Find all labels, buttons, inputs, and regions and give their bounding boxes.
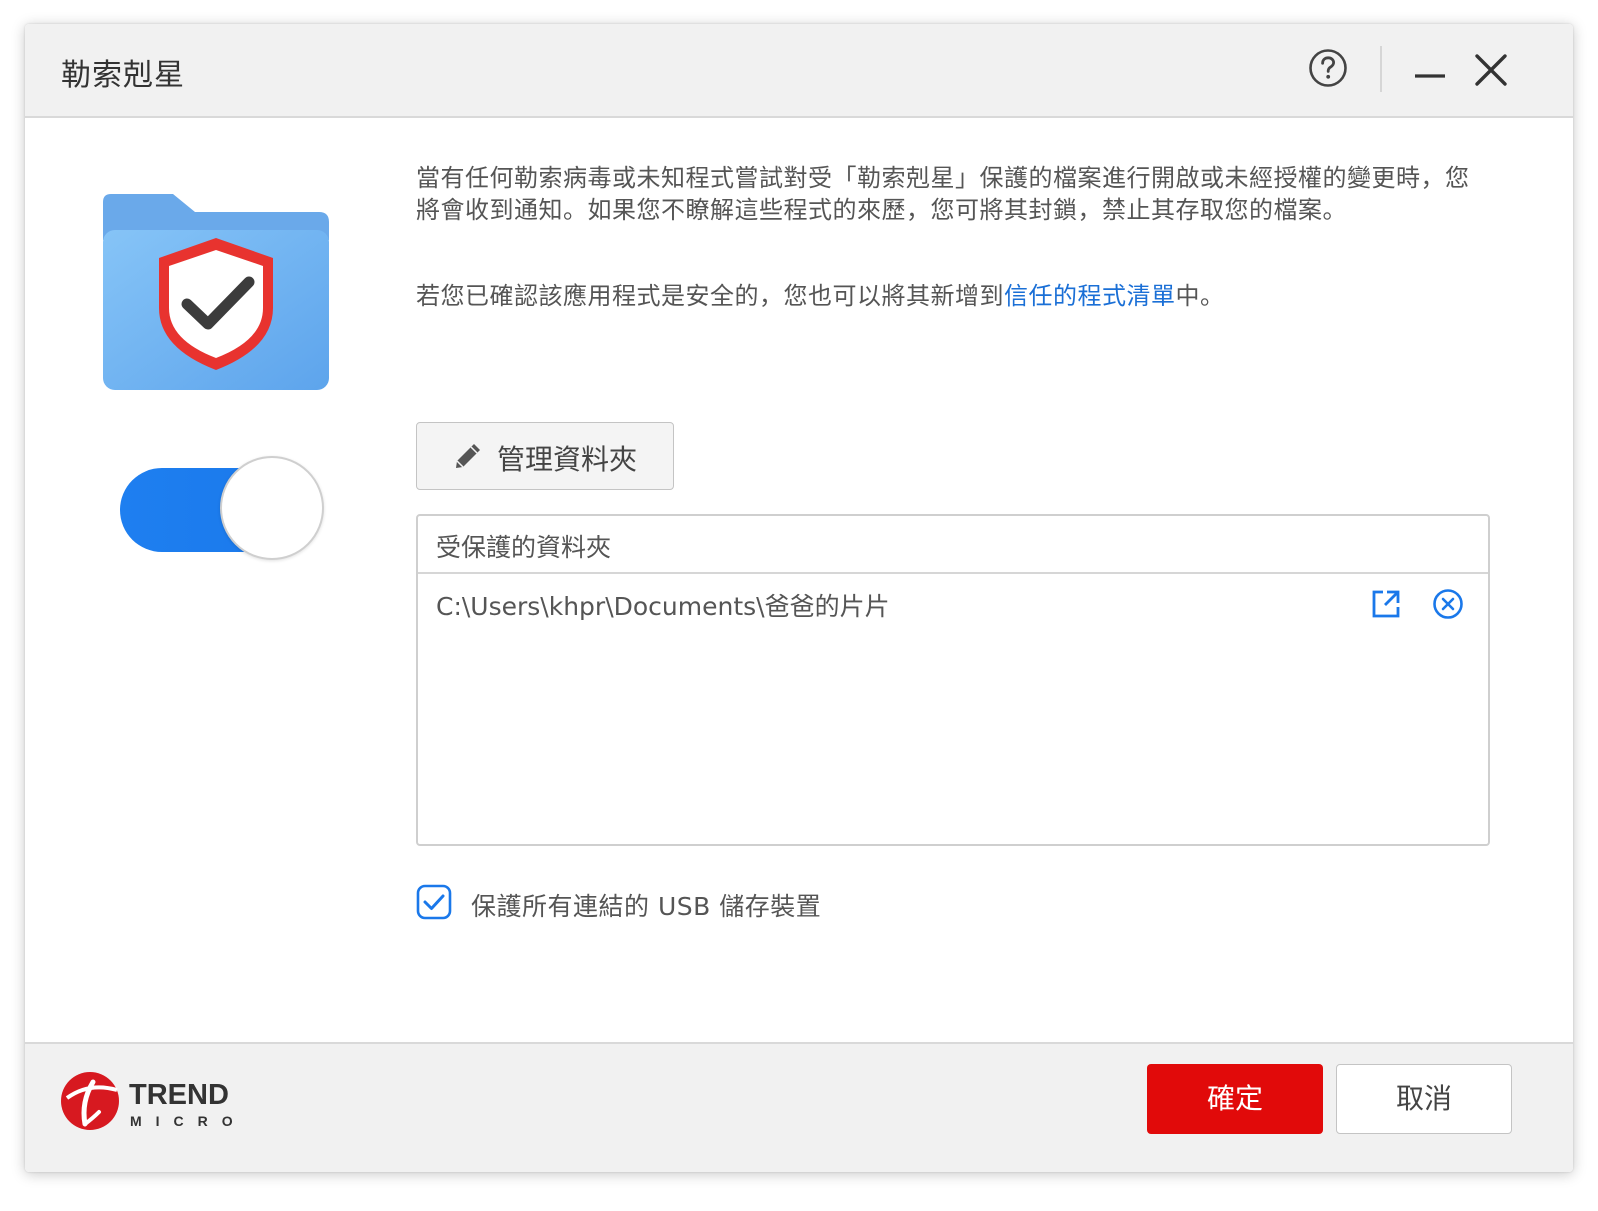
dialog-footer: TREND MICRO 確定 取消 [25,1042,1573,1172]
close-icon[interactable] [1473,52,1509,88]
folder-path: C:\Users\khpr\Documents\爸爸的片片 [436,592,890,621]
ok-button[interactable]: 確定 [1147,1064,1323,1134]
manage-folders-label: 管理資料夾 [497,443,638,476]
pencil-icon [456,444,480,468]
help-circle-icon[interactable] [1308,48,1348,88]
minimize-icon[interactable] [1413,54,1447,88]
manage-folders-button[interactable]: 管理資料夾 [416,422,674,490]
window-title: 勒索剋星 [61,58,185,93]
trend-micro-logo: TREND MICRO [61,1072,247,1130]
toggle-knob [220,456,324,560]
usb-protection-checkbox[interactable] [416,884,452,920]
logo-text-micro: MICRO [130,1113,247,1129]
description-paragraph: 當有任何勒索病毒或未知程式嘗試對受「勒索剋星」保護的檔案進行開啟或未經授權的變更… [416,164,1470,224]
protected-folders-list: 受保護的資料夾 C:\Users\khpr\Documents\爸爸的片片 [416,514,1490,846]
note-text-before: 若您已確認該應用程式是安全的，您也可以將其新增到 [416,282,1004,310]
protected-folder-shield-icon [103,194,329,390]
title-bar: 勒索剋星 [25,24,1573,118]
ransomware-protection-toggle[interactable] [120,456,330,564]
list-header: 受保護的資料夾 [418,516,1488,574]
list-item[interactable]: C:\Users\khpr\Documents\爸爸的片片 [418,574,1488,634]
note-text-after: 中。 [1175,282,1225,310]
usb-protection-label: 保護所有連結的 USB 儲存裝置 [471,892,822,921]
remove-circle-icon[interactable] [1432,588,1464,620]
list-header-title: 受保護的資料夾 [436,533,612,562]
cancel-button[interactable]: 取消 [1336,1064,1512,1134]
ransomware-protection-dialog: 勒索剋星 當有任何勒索病毒或未知程式嘗試對受「勒索剋星」保護的檔案進行開啟或未經… [25,24,1573,1172]
trusted-programs-note: 若您已確認該應用程式是安全的，您也可以將其新增到信任的程式清單中。 [416,280,1491,312]
logo-text-trend: TREND [129,1079,229,1111]
title-separator [1380,46,1382,92]
open-external-icon[interactable] [1370,588,1402,620]
trusted-programs-link[interactable]: 信任的程式清單 [1004,282,1176,310]
